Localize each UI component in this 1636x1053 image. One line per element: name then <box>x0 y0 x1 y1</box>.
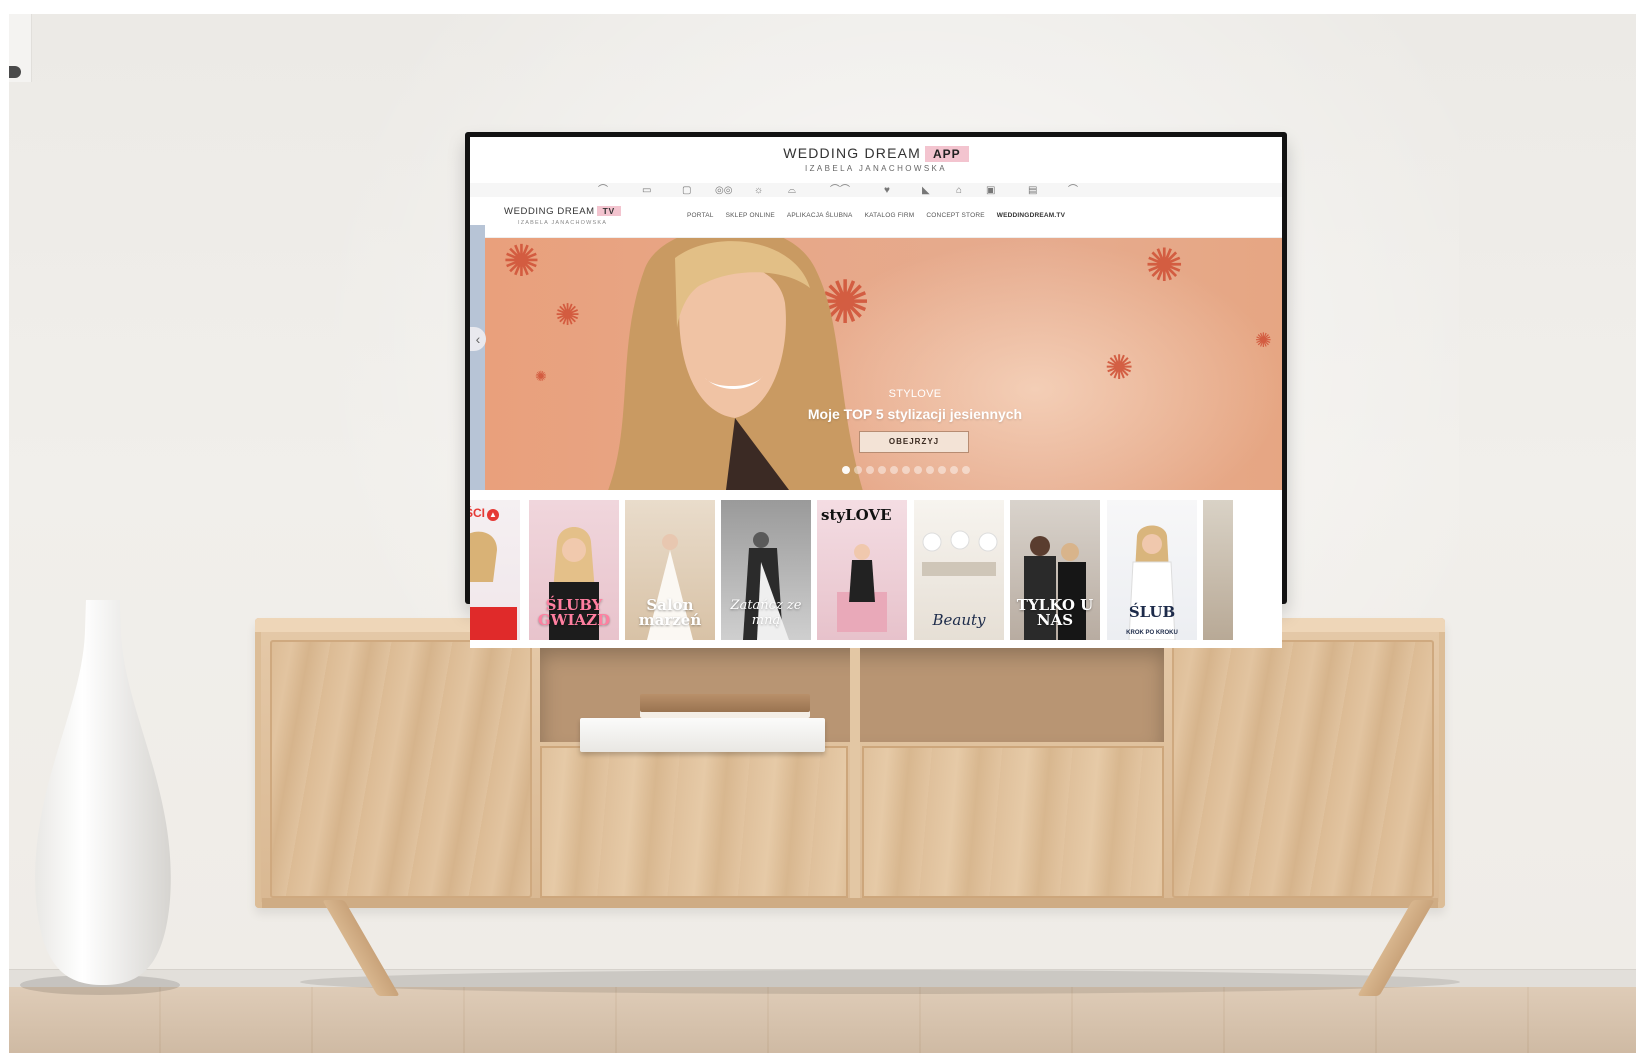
thumbnail-subcaption: KROK PO KROKU <box>1126 630 1178 636</box>
nav-katalog-firm[interactable]: KATALOG FIRM <box>865 212 915 219</box>
heart-icon[interactable]: ♥ <box>884 186 890 196</box>
book-brown <box>640 694 810 718</box>
cabinet-shadow <box>300 970 1460 994</box>
thumbnail-portrait <box>837 544 887 632</box>
wooden-floor <box>9 987 1636 1053</box>
carousel-dot[interactable] <box>926 466 934 474</box>
maple-leaf-icon: ✺ <box>1255 330 1272 352</box>
previous-slide-peek <box>470 225 485 495</box>
shelf-divider <box>850 640 860 898</box>
person-icon[interactable]: ⌓ <box>788 186 796 196</box>
carousel-dot[interactable] <box>842 466 850 474</box>
carousel-dot[interactable] <box>866 466 874 474</box>
thumbnail-card[interactable]: TYLKO U NAS <box>1010 500 1100 640</box>
music-icon[interactable]: ⌒ <box>1068 186 1078 196</box>
nav-aplikacja-slubna[interactable]: APLIKACJA ŚLUBNA <box>787 212 853 219</box>
watch-button[interactable]: OBEJRZYJ <box>859 431 969 453</box>
cabinet-door-right <box>1172 640 1434 898</box>
maple-leaf-icon: ✺ <box>1145 239 1184 291</box>
nav-portal[interactable]: PORTAL <box>687 212 714 219</box>
carousel-dot[interactable] <box>890 466 898 474</box>
cabinet-base <box>262 898 1438 908</box>
category-icon-row: ⌒ ▭ ▢ ◎◎ ☼ ⌓ ⌒⌒ ♥ ◣ ⌂ ▣ ▤ ⌒ <box>470 183 1282 197</box>
site-logo-text: WEDDING DREAM <box>504 206 595 217</box>
calendar-icon[interactable]: ▭ <box>642 186 651 196</box>
document-icon[interactable]: ▢ <box>682 186 691 196</box>
thumbnail-caption: ŚCI <box>470 506 486 520</box>
hero-category: STYLOVE <box>888 388 942 400</box>
tv-screen: WEDDING DREAM APP IZABELA JANACHOWSKA ⌒ ▭… <box>470 137 1282 648</box>
sun-icon[interactable]: ☼ <box>754 186 763 196</box>
hero-carousel[interactable]: ✺ ✺ ✺ ✺ ✺ ✺ ✺ STYLOVE Moje TOP 5 styliza… <box>485 238 1282 490</box>
maple-leaf-icon: ✺ <box>503 238 540 286</box>
thumbnail-card[interactable]: ŚLUBY GWIAZD <box>529 500 619 640</box>
thumbnail-portrait <box>1128 525 1176 640</box>
thumbnail-card[interactable]: Salon marzeń <box>625 500 715 640</box>
nav-concept-store[interactable]: CONCEPT STORE <box>926 212 984 219</box>
thumbnail-caption: Beauty <box>932 611 986 629</box>
carousel-dots <box>842 466 970 474</box>
maple-leaf-icon: ✺ <box>535 368 547 384</box>
hero-portrait <box>608 238 863 490</box>
cabinet-drawer-right <box>862 746 1164 898</box>
app-subtitle: IZABELA JANACHOWSKA <box>804 164 948 173</box>
carousel-dot[interactable] <box>878 466 886 474</box>
show-thumbnails: ŚCI▲ ŚLUBY GWIAZD Salon marzeń Zatańcz z… <box>470 490 1282 648</box>
cabinet-drawer-left <box>540 746 848 898</box>
car-icon[interactable]: ⌒⌒ <box>830 186 850 196</box>
carousel-dot[interactable] <box>938 466 946 474</box>
site-header: WEDDING DREAM TV IZABELA JANACHOWSKA PORT… <box>470 197 1282 238</box>
carousel-dot[interactable] <box>962 466 970 474</box>
carousel-dot[interactable] <box>902 466 910 474</box>
cake-icon[interactable]: ⌂ <box>956 186 962 196</box>
thumbnail-caption: Zatańcz ze mną <box>730 598 802 628</box>
home-icon[interactable]: ⌒ <box>598 186 608 196</box>
thumbnail-caption: ŚLUB <box>1128 603 1176 621</box>
thumbnail-card[interactable]: Zatańcz ze mną <box>721 500 811 640</box>
thumbnail-card[interactable]: styLOVE <box>817 500 907 640</box>
camera-icon[interactable]: ▣ <box>986 186 995 196</box>
app-header: WEDDING DREAM APP IZABELA JANACHOWSKA <box>470 137 1282 183</box>
site-logo-badge: TV <box>596 206 621 216</box>
main-nav: PORTAL SKLEP ONLINE APLIKACJA ŚLUBNA KAT… <box>687 212 1065 219</box>
hero-title: Moje TOP 5 stylizacji jesiennych <box>807 406 1023 422</box>
nav-sklep-online[interactable]: SKLEP ONLINE <box>726 212 775 219</box>
app-title[interactable]: WEDDING DREAM APP <box>470 145 1282 162</box>
thumbnail-card-partial[interactable] <box>1203 500 1233 640</box>
thumbnail-card[interactable]: ŚLUB KROK PO KROKU <box>1107 500 1197 640</box>
site-logo-subtitle: IZABELA JANACHOWSKA <box>518 220 608 226</box>
thumbnail-portrait <box>470 531 517 640</box>
maple-leaf-icon: ✺ <box>555 299 581 332</box>
thumbnail-caption: Salon marzeń <box>638 596 702 629</box>
list-icon[interactable]: ▤ <box>1028 186 1037 196</box>
carousel-dot[interactable] <box>914 466 922 474</box>
app-title-text: WEDDING DREAM <box>783 145 922 161</box>
white-vase <box>35 600 171 985</box>
thumbnail-caption: TYLKO U NAS <box>1016 596 1094 629</box>
lamp-switch <box>9 66 21 78</box>
app-badge: APP <box>925 146 969 162</box>
thumbnail-caption: ŚLUBY GWIAZD <box>537 596 611 629</box>
flag-icon[interactable]: ◣ <box>922 186 930 196</box>
carousel-dot[interactable] <box>950 466 958 474</box>
rings-icon[interactable]: ◎◎ <box>715 186 732 196</box>
carousel-dot[interactable] <box>854 466 862 474</box>
book-white <box>580 718 825 752</box>
maple-leaf-icon: ✺ <box>1105 349 1134 387</box>
cabinet-door-left <box>270 640 532 898</box>
site-logo[interactable]: WEDDING DREAM TV <box>504 206 621 217</box>
thumbnail-tag: ŚCI▲ <box>470 506 500 521</box>
thumbnail-card[interactable]: Beauty <box>914 500 1004 640</box>
nav-weddingdream-tv[interactable]: WEDDINGDREAM.TV <box>997 212 1065 219</box>
arrow-up-icon: ▲ <box>487 509 500 521</box>
thumbnail-card[interactable]: ŚCI▲ <box>470 500 520 640</box>
